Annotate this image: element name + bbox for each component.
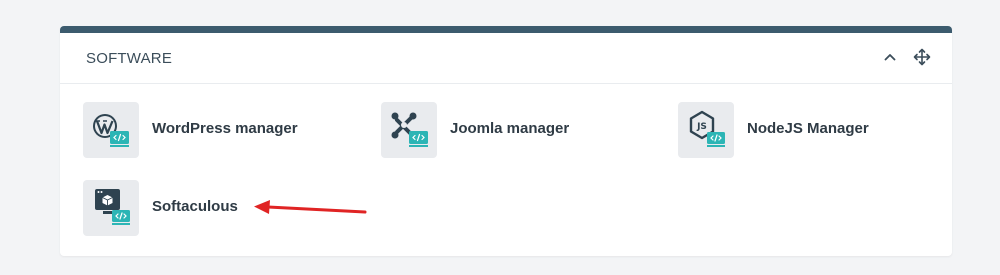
software-panel: SOFTWARE WordPress manager Joomla manage… <box>60 26 952 256</box>
svg-text:JS: JS <box>696 122 707 132</box>
nodejs-manager-item[interactable]: JS NodeJS Manager <box>678 102 908 158</box>
chevron-up-icon[interactable] <box>880 47 900 67</box>
wordpress-manager-item[interactable]: WordPress manager <box>83 102 313 158</box>
joomla-icon <box>381 102 437 158</box>
nodejs-icon: JS <box>678 102 734 158</box>
move-icon[interactable] <box>912 47 932 67</box>
nodejs-manager-label: NodeJS Manager <box>747 120 869 137</box>
wordpress-icon <box>83 102 139 158</box>
panel-title: SOFTWARE <box>86 50 173 67</box>
panel-accent-bar <box>60 26 952 33</box>
panel-header: SOFTWARE <box>60 33 952 84</box>
softaculous-icon <box>83 180 139 236</box>
joomla-manager-item[interactable]: Joomla manager <box>381 102 611 158</box>
wordpress-manager-label: WordPress manager <box>152 120 298 137</box>
joomla-manager-label: Joomla manager <box>450 120 570 137</box>
softaculous-item[interactable]: Softaculous <box>83 180 283 236</box>
softaculous-label: Softaculous <box>152 198 238 215</box>
